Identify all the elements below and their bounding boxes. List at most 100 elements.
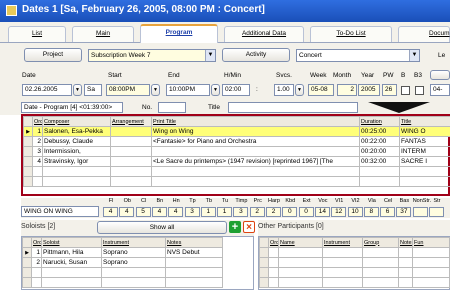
order-cell[interactable]: 3 — [32, 146, 43, 157]
col-function[interactable]: Fun — [412, 237, 450, 248]
hmin-field[interactable]: 02:00 — [222, 84, 250, 96]
instrument-count-field[interactable]: 1 — [217, 207, 233, 217]
instrument-count-field[interactable]: 4 — [103, 207, 118, 217]
notes-cell[interactable] — [165, 257, 223, 268]
col-order[interactable]: Order — [31, 237, 42, 248]
table-row-empty[interactable] — [23, 176, 450, 187]
no-field[interactable] — [158, 102, 186, 113]
instrument-cell[interactable]: Soprano — [101, 247, 166, 258]
extra-button[interactable] — [430, 70, 450, 80]
activity-select[interactable]: Concert ▼ — [296, 49, 420, 62]
order-cell[interactable]: 4 — [32, 156, 43, 167]
col-name[interactable]: Name — [278, 237, 323, 248]
col-instrument[interactable]: Instrument — [322, 237, 363, 248]
notes-cell[interactable]: NVS Debut — [165, 247, 223, 258]
end-time-field[interactable]: 10:00PM — [166, 84, 210, 96]
table-row[interactable]: ▶ 1 Salonen, Esa-Pekka Wing on Wing 00:2… — [23, 126, 450, 137]
extra-field[interactable]: 04- — [430, 84, 450, 96]
print-title-cell[interactable]: Wing on Wing — [151, 126, 360, 137]
instrument-count-field[interactable]: 5 — [135, 207, 151, 217]
chevron-down-icon[interactable]: ▼ — [205, 50, 215, 61]
table-row[interactable]: 3 Intermission, 00:20:00 INTERM — [23, 146, 450, 157]
col-instrument[interactable]: Instrument — [101, 237, 166, 248]
delete-soloist-icon[interactable]: × — [243, 221, 255, 233]
duration-cell[interactable]: 00:25:00 — [359, 126, 400, 137]
order-cell[interactable]: 1 — [31, 247, 42, 258]
calendar-dropdown-icon[interactable]: ▼ — [73, 84, 82, 96]
instrument-count-field[interactable]: 10 — [347, 207, 363, 217]
start-dropdown-icon[interactable]: ▼ — [151, 84, 160, 96]
table-row-empty[interactable] — [259, 247, 450, 258]
b-checkbox[interactable] — [401, 86, 410, 95]
tab-todo-list[interactable]: To-Do List — [310, 26, 392, 42]
col-title[interactable]: Title — [399, 116, 450, 127]
instrument-count-field[interactable]: 6 — [380, 207, 396, 217]
tab-documents[interactable]: Docum — [398, 26, 450, 42]
title-cell[interactable]: WING O — [399, 126, 450, 137]
date-field[interactable]: 02.26.2005 — [22, 84, 72, 96]
table-row-empty[interactable] — [23, 166, 450, 177]
instrument-count-field[interactable] — [429, 207, 444, 217]
title-field[interactable] — [228, 102, 358, 113]
instrument-count-field[interactable]: 8 — [363, 207, 379, 217]
instrument-count-field[interactable]: 2 — [266, 207, 281, 217]
instrument-count-field[interactable]: 3 — [184, 207, 200, 217]
table-row[interactable]: 2 Debussy, Claude <Fantasie> for Piano a… — [23, 136, 450, 147]
activity-button[interactable]: Activity — [222, 48, 290, 62]
instrument-count-field[interactable] — [412, 207, 428, 217]
table-row-empty[interactable] — [259, 267, 450, 278]
col-notes[interactable]: Notes — [398, 237, 413, 248]
arrangement-cell[interactable] — [110, 136, 152, 147]
arrangement-cell[interactable] — [110, 126, 152, 137]
order-cell[interactable]: 2 — [32, 136, 43, 147]
order-cell[interactable]: 1 — [32, 126, 43, 137]
add-soloist-icon[interactable]: + — [229, 221, 241, 233]
composer-cell[interactable]: Debussy, Claude — [42, 136, 111, 147]
duration-cell[interactable]: 00:22:00 — [359, 136, 400, 147]
project-button[interactable]: Project — [24, 48, 82, 62]
col-arrangement[interactable]: Arrangement — [110, 116, 152, 127]
arrow-down-icon[interactable] — [368, 102, 430, 113]
instrument-count-field[interactable]: 0 — [282, 207, 298, 217]
col-soloist[interactable]: Soloist — [41, 237, 102, 248]
col-order[interactable]: Order — [32, 116, 43, 127]
col-order[interactable]: Order — [268, 237, 279, 248]
duration-cell[interactable]: 00:20:00 — [359, 146, 400, 157]
tab-program[interactable]: Program — [140, 24, 218, 43]
instrument-count-field[interactable]: 4 — [151, 207, 167, 217]
year-field[interactable]: 2005 — [358, 84, 380, 96]
col-duration[interactable]: Duration — [359, 116, 400, 127]
duration-cell[interactable]: 00:32:00 — [359, 156, 400, 167]
col-composer[interactable]: Composer — [42, 116, 111, 127]
table-row-empty[interactable] — [22, 267, 223, 278]
composer-cell[interactable]: Intermission, — [42, 146, 111, 157]
show-all-button[interactable]: Show all — [97, 221, 227, 234]
table-row-empty[interactable] — [259, 277, 450, 288]
tab-additional-data[interactable]: Additional Data — [224, 26, 304, 42]
col-group[interactable]: Group — [362, 237, 399, 248]
instrument-count-field[interactable]: 1 — [200, 207, 216, 217]
instrument-count-field[interactable]: 12 — [331, 207, 347, 217]
order-cell[interactable]: 2 — [31, 257, 42, 268]
table-row[interactable]: ▶ 1 Pittmann, Hila Soprano NVS Debut — [22, 247, 223, 258]
instrument-count-field[interactable]: 2 — [249, 207, 265, 217]
print-title-cell[interactable] — [151, 146, 360, 157]
soloist-cell[interactable]: Narucki, Susan — [41, 257, 102, 268]
week-field[interactable]: 05-08 — [308, 84, 334, 96]
title-cell[interactable]: FANTAS — [399, 136, 450, 147]
composer-cell[interactable]: Stravinsky, Igor — [42, 156, 111, 167]
b3-checkbox[interactable] — [415, 86, 424, 95]
instrument-count-field[interactable]: 4 — [119, 207, 135, 217]
instrument-count-field[interactable]: 4 — [168, 207, 184, 217]
soloist-cell[interactable]: Pittmann, Hila — [41, 247, 102, 258]
table-row-empty[interactable] — [22, 277, 223, 288]
instrument-count-field[interactable]: 14 — [314, 207, 330, 217]
table-row[interactable]: 4 Stravinsky, Igor <Le Sacre du printemp… — [23, 156, 450, 167]
svcs-field[interactable]: 1.00 — [274, 84, 294, 96]
composer-cell[interactable]: Salonen, Esa-Pekka — [42, 126, 111, 137]
svcs-dropdown-icon[interactable]: ▼ — [295, 84, 304, 96]
arrangement-cell[interactable] — [110, 156, 152, 167]
table-row-empty[interactable] — [259, 257, 450, 268]
tab-list[interactable]: List — [8, 26, 66, 42]
chevron-down-icon[interactable]: ▼ — [409, 50, 419, 61]
